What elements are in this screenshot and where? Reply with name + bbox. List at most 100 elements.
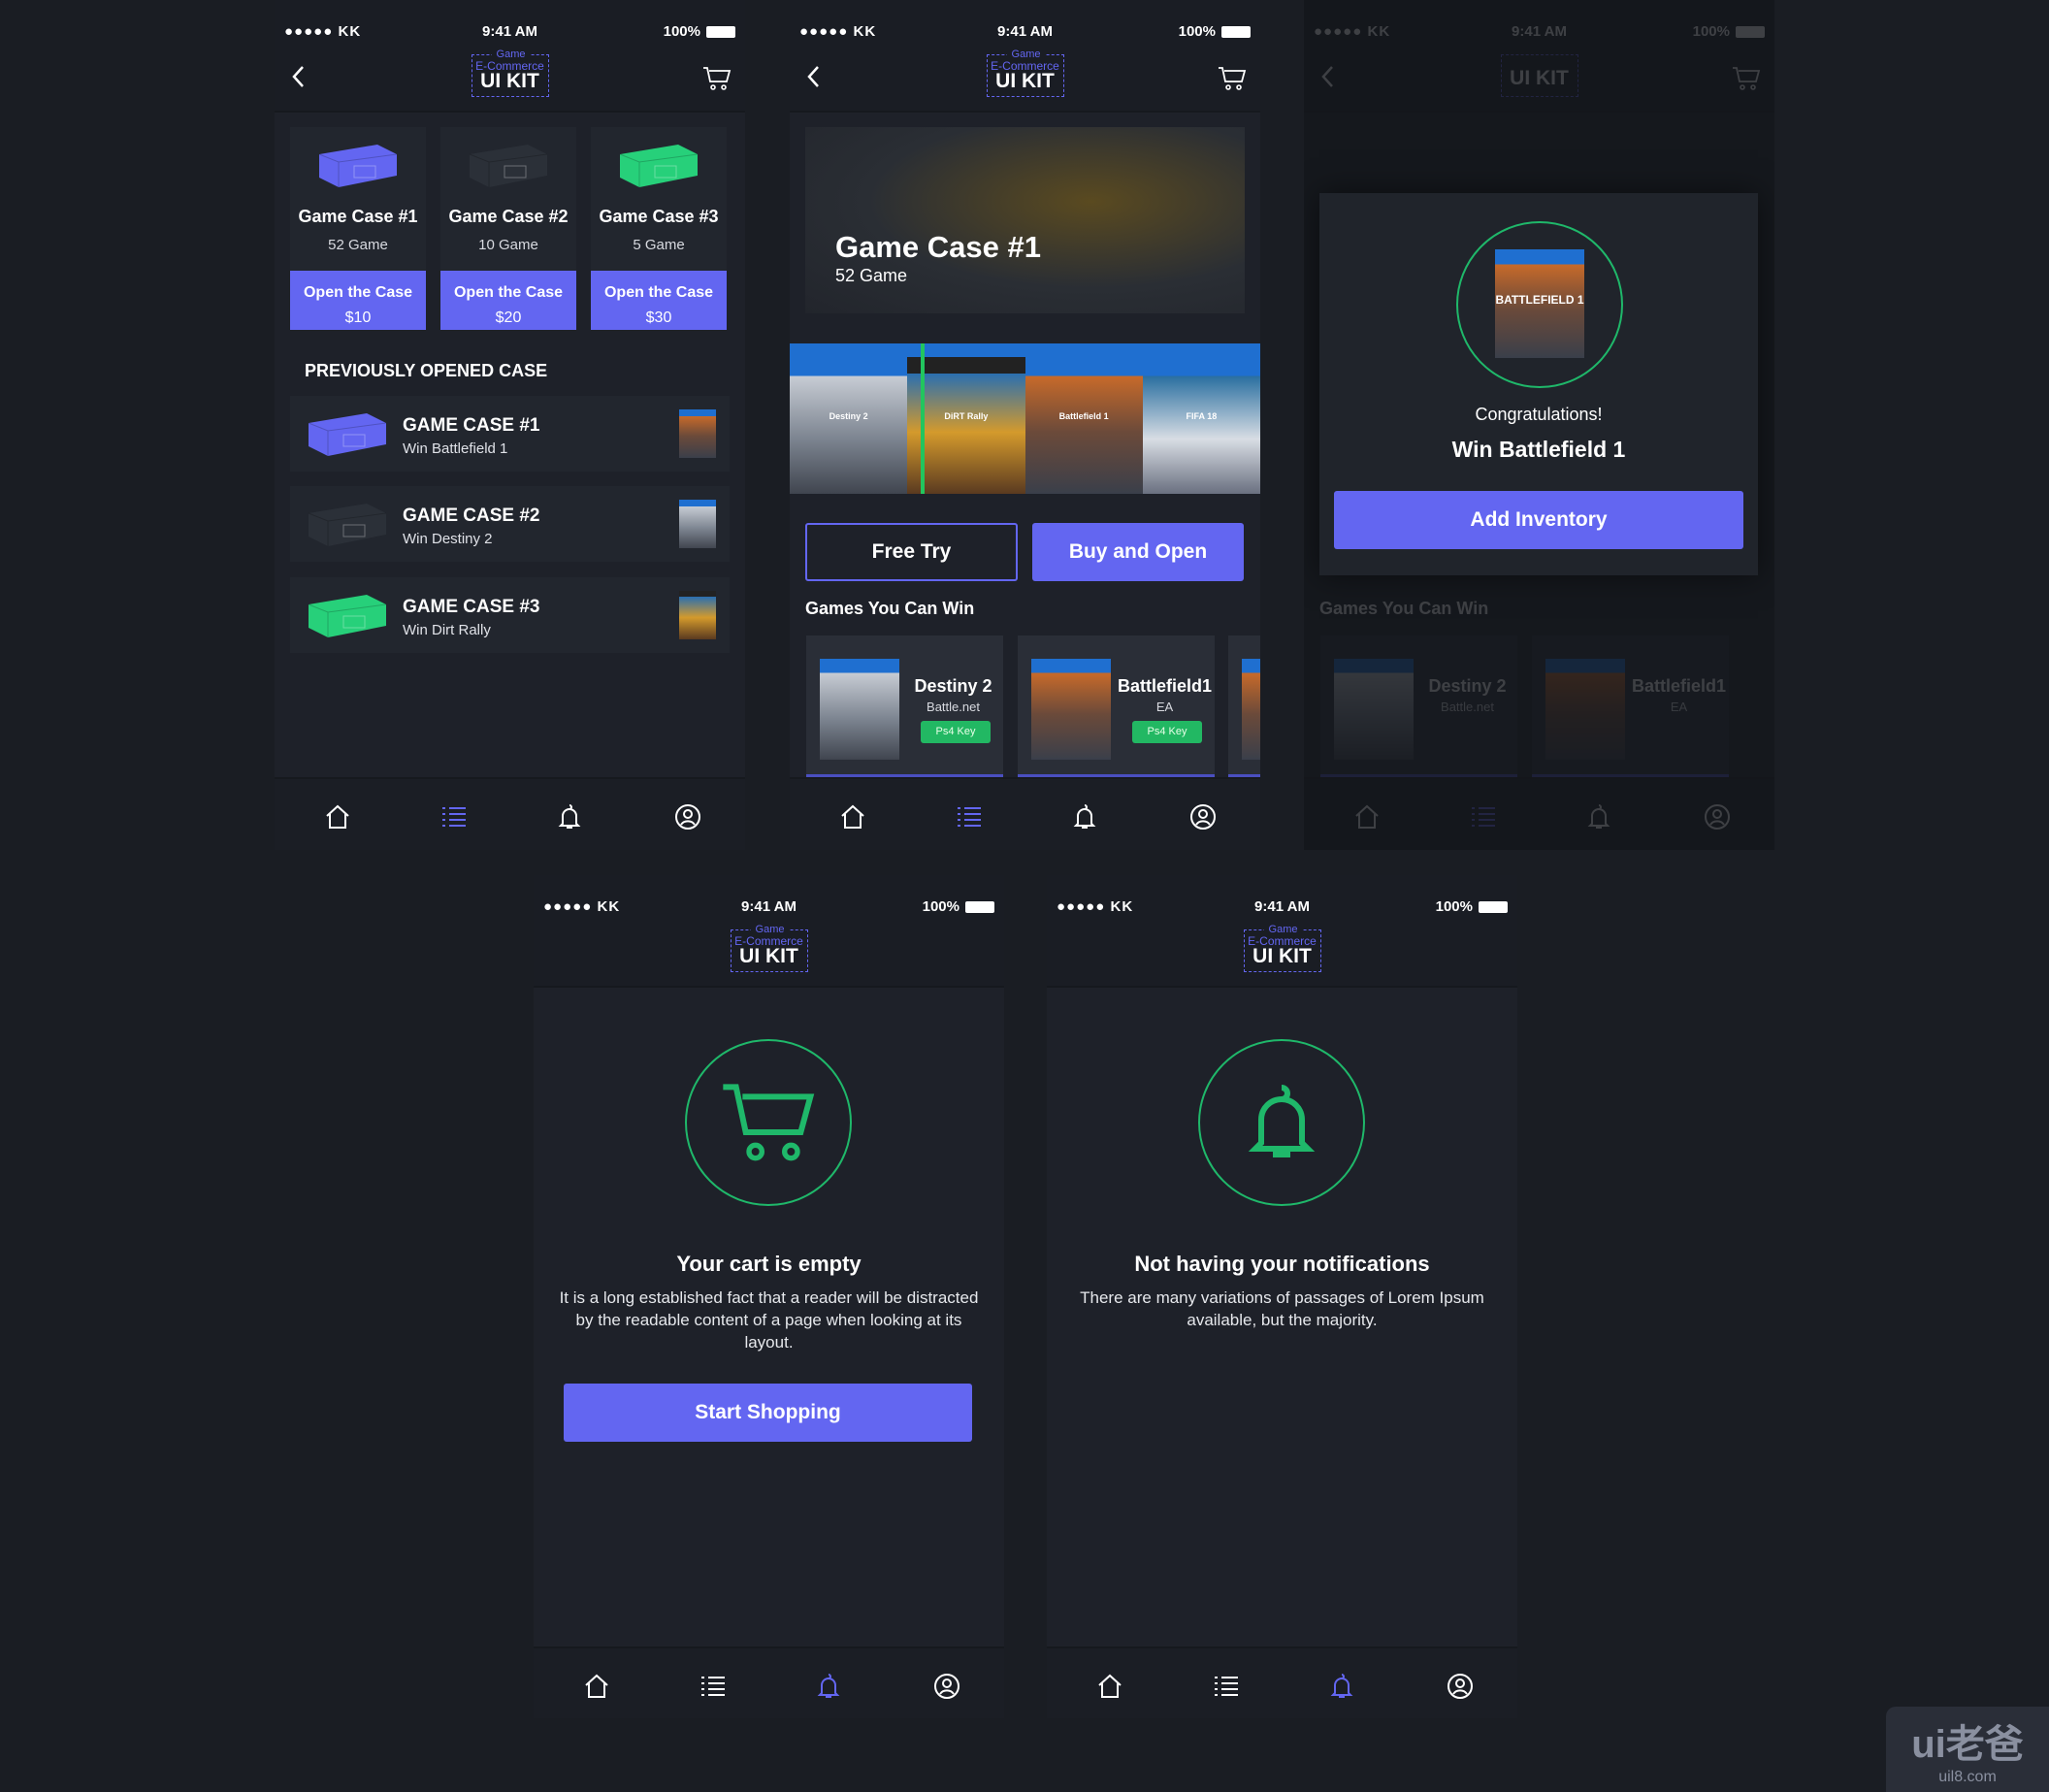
game-title: Destiny 2 [914,676,992,696]
list-icon[interactable] [699,1672,728,1701]
home-icon[interactable] [582,1672,611,1701]
game-thumbnail [679,409,716,458]
case-card: Game Case #2 10 Game Open the Case $20 [440,127,576,330]
case-title: Game Case #1 [298,207,418,226]
key-badge: Ps4 Key [921,721,991,743]
profile-icon[interactable] [932,1672,961,1701]
case-price: $20 [495,310,522,326]
row-subtitle: Win Destiny 2 [403,531,493,547]
game-thumbnail [679,500,716,548]
phone-case-detail: ●●●●● KK 9:41 AM 100% Game E-Commerce UI KIT… [790,0,1260,850]
list-icon[interactable] [955,802,984,831]
list-item[interactable]: GAME CASE #1 Win Battlefield 1 [290,396,730,472]
tile-label: Battlefield 1 [1058,411,1109,422]
battery: 100% [664,23,735,40]
game-cover [1031,659,1111,760]
home-icon[interactable] [1095,1672,1124,1701]
game-card[interactable] [1228,635,1260,777]
watermark: ui老爸 uil8.com [1886,1707,2049,1792]
back-icon[interactable] [803,64,825,89]
case-title: Game Case #2 [448,207,569,226]
header: ●●●●● KK 9:41 AM 100% Game E-Commerce UI KIT [1047,875,1517,988]
hero-title: Game Case #1 [835,230,1041,264]
empty-text: It is a long established fact that a rea… [559,1288,979,1352]
game-card[interactable]: Destiny 2 Battle.net Ps4 Key [806,635,1003,777]
win-modal: BATTLEFIELD 1 Congratulations! Win Battl… [1319,193,1758,575]
list-icon[interactable] [1212,1672,1241,1701]
hero-banner: Game Case #1 52 Game [805,127,1245,313]
game-carousel[interactable]: Destiny 2 DiRT Rally Battlefield 1 FIFA … [790,343,1260,494]
list-item[interactable]: GAME CASE #2 Win Destiny 2 [290,486,730,562]
key-badge: Ps4 Key [1132,721,1202,743]
tile-label: DiRT Rally [944,411,989,422]
game-thumbnail [679,591,716,639]
game-cover [1242,659,1260,760]
buy-and-open-button[interactable]: Buy and Open [1032,523,1244,581]
bell-icon[interactable] [555,802,584,831]
open-case-button[interactable]: Open the Case $10 [290,271,426,330]
battery: 100% [1179,23,1251,40]
empty-title: Your cart is empty [676,1252,862,1276]
cart-icon[interactable] [1218,66,1247,91]
carousel-tile: DiRT Rally [907,343,1025,494]
open-case-button[interactable]: Open the Case $20 [440,271,576,330]
header: ●●●●● KK 9:41 AM 100% Game E-Commerce UI KIT [790,0,1260,113]
bell-icon[interactable] [1070,802,1099,831]
game-card[interactable]: Battlefield1 EA Ps4 Key [1018,635,1215,777]
home-icon[interactable] [838,802,867,831]
logo: Game E-Commerce UI KIT [730,925,808,972]
header: ●●●●● KK 9:41 AM 100% Game E-Commerce UI KIT [275,0,745,113]
battery-icon [1479,900,1508,913]
status-bar: ●●●●● KK9:41 AM100% [534,896,1004,918]
watermark-site: uil8.com [1938,1769,1997,1785]
tile-label: FIFA 18 [1186,411,1218,422]
section-heading: PREVIOUSLY OPENED CASE [305,361,548,380]
logo-uikit: UI KIT [995,70,1055,92]
battery: 100% [923,898,994,915]
logo-uikit: UI KIT [1252,945,1312,967]
add-inventory-button[interactable]: Add Inventory [1334,491,1743,549]
tab-bar [275,777,745,850]
congrats-text: Congratulations! [1475,405,1603,424]
cover-title: BATTLEFIELD 1 [1495,292,1584,307]
free-try-button[interactable]: Free Try [805,523,1018,581]
phone-empty-notifications: ●●●●● KK 9:41 AM 100% Game E-Commerce UI KIT… [1047,875,1517,1718]
status-bar: ●●●●● KK9:41 AM100% [1047,896,1517,918]
bell-icon[interactable] [814,1672,843,1701]
row-subtitle: Win Dirt Rally [403,622,491,638]
game-title: Battlefield1 [1117,676,1213,696]
case-title: Game Case #3 [599,207,719,226]
carousel-tile: FIFA 18 [1142,343,1260,494]
back-icon[interactable] [288,64,309,89]
hero-subtitle: 52 Game [835,266,908,285]
game-publisher: Battle.net [927,700,980,714]
open-label: Open the Case [303,284,413,301]
tab-bar [534,1646,1004,1718]
cart-icon[interactable] [702,66,732,91]
logo-uikit: UI KIT [480,70,539,92]
case-box-icon [468,141,549,189]
case-price: $30 [645,310,672,326]
list-item[interactable]: GAME CASE #3 Win Dirt Rally [290,577,730,653]
profile-icon[interactable] [1188,802,1218,831]
start-shopping-button[interactable]: Start Shopping [564,1384,972,1442]
bell-icon[interactable] [1327,1672,1356,1701]
row-title: GAME CASE #1 [403,415,540,436]
row-subtitle: Win Battlefield 1 [403,440,508,457]
case-box-icon [317,141,399,189]
game-publisher: EA [1155,700,1174,714]
case-count: 52 Game [328,237,388,253]
phone-case-list: ●●●●● KK 9:41 AM 100% Game E-Commerce UI KIT… [275,0,745,850]
status-bar: ●●●●● KK9:41 AM100% [790,21,1260,43]
list-icon[interactable] [439,802,469,831]
logo: Game E-Commerce UI KIT [1243,925,1321,972]
case-count: 10 Game [478,237,538,253]
case-card: Game Case #3 5 Game Open the Case $30 [591,127,727,330]
logo-uikit: UI KIT [739,945,798,967]
open-case-button[interactable]: Open the Case $30 [591,271,727,330]
home-icon[interactable] [323,802,352,831]
tab-bar [790,777,1260,850]
profile-icon[interactable] [673,802,702,831]
profile-icon[interactable] [1446,1672,1475,1701]
open-label: Open the Case [603,284,714,301]
